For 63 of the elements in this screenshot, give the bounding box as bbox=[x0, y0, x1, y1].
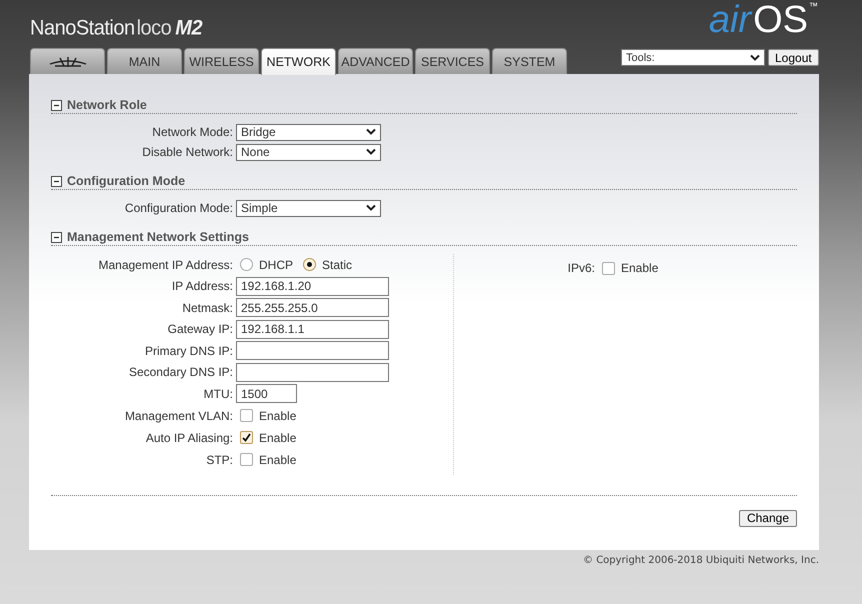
product-name: NanoStation bbox=[30, 16, 135, 41]
nav-tab[interactable]: SERVICES bbox=[415, 48, 490, 74]
product-model: M2 bbox=[175, 16, 202, 41]
nav-tab[interactable]: SYSTEM bbox=[492, 48, 567, 74]
caret-icon bbox=[366, 148, 376, 156]
option-label: Static bbox=[322, 258, 352, 272]
dropdown[interactable]: None bbox=[236, 144, 381, 160]
caret-icon bbox=[366, 204, 376, 212]
nav-tab[interactable]: MAIN bbox=[107, 48, 182, 74]
option-label: Enable bbox=[259, 452, 296, 466]
caret-icon bbox=[366, 128, 376, 136]
dropdown[interactable]: Bridge bbox=[236, 124, 381, 140]
input-field[interactable]: 192.168.1.1 bbox=[236, 320, 389, 339]
field-label: IP Address: bbox=[170, 279, 233, 294]
collapse-icon[interactable] bbox=[51, 176, 62, 186]
checkbox[interactable] bbox=[240, 431, 253, 444]
field-label: Network Mode: bbox=[151, 125, 233, 139]
field-label: Management IP Address: bbox=[97, 258, 233, 272]
checkbox[interactable] bbox=[240, 409, 253, 422]
brand-prefix: air bbox=[708, 0, 752, 40]
field-label: STP: bbox=[205, 452, 233, 466]
input-field[interactable]: 1500 bbox=[236, 384, 297, 404]
change-button[interactable]: Change bbox=[738, 510, 797, 526]
copyright-text: © Copyright 2006-2018 Ubiquiti Networks, Inc. bbox=[583, 555, 819, 566]
section-title: Management Network Settings bbox=[67, 230, 249, 244]
field-label: Disable Network: bbox=[141, 145, 233, 159]
checkbox[interactable] bbox=[240, 453, 253, 466]
option-label: Enable bbox=[259, 430, 296, 444]
field-label: Configuration Mode: bbox=[124, 201, 233, 215]
starburst-icon bbox=[48, 56, 86, 68]
radio-button[interactable] bbox=[303, 258, 316, 272]
field-label: IPv6: bbox=[566, 261, 595, 275]
collapse-icon[interactable] bbox=[51, 100, 62, 110]
logout-button[interactable]: Logout bbox=[768, 49, 819, 66]
field-label: Management VLAN: bbox=[124, 408, 233, 422]
field-label: Primary DNS IP: bbox=[144, 344, 233, 358]
brand-name: OS bbox=[753, 0, 808, 40]
input-field[interactable] bbox=[236, 362, 389, 382]
section-title: Configuration Mode bbox=[67, 174, 186, 188]
section-title: Network Role bbox=[67, 98, 147, 112]
input-field[interactable] bbox=[236, 341, 389, 360]
collapse-icon[interactable] bbox=[51, 232, 62, 242]
input-field[interactable]: 255.255.255.0 bbox=[236, 298, 389, 318]
dropdown[interactable]: Simple bbox=[236, 200, 381, 216]
product-variant: loco bbox=[136, 16, 172, 41]
nav-tab[interactable]: ADVANCED bbox=[338, 48, 413, 74]
tools-select[interactable]: Tools: bbox=[621, 49, 765, 66]
nav-tab[interactable]: WIRELESS bbox=[184, 48, 259, 74]
field-label: Secondary DNS IP: bbox=[128, 365, 233, 380]
option-label: Enable bbox=[621, 261, 658, 275]
option-label: Enable bbox=[259, 408, 296, 422]
radio-button[interactable] bbox=[240, 258, 253, 272]
option-label: DHCP bbox=[259, 258, 294, 272]
caret-icon bbox=[750, 54, 760, 62]
checkbox[interactable] bbox=[602, 262, 615, 274]
input-field[interactable]: 192.168.1.20 bbox=[236, 276, 389, 296]
field-label: MTU: bbox=[202, 386, 233, 401]
field-label: Gateway IP: bbox=[166, 322, 233, 336]
nav-tab[interactable]: NETWORK bbox=[261, 48, 336, 75]
field-label: Auto IP Aliasing: bbox=[144, 430, 233, 444]
nav-tab[interactable] bbox=[30, 48, 105, 74]
field-label: Netmask: bbox=[181, 300, 233, 315]
trademark-mark: ™ bbox=[809, 0, 818, 12]
